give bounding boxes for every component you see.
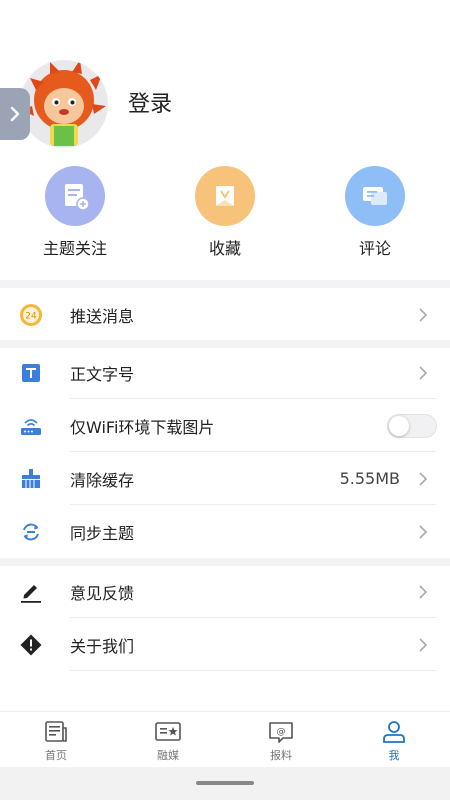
side-drawer-tab[interactable] bbox=[0, 88, 30, 140]
chevron-right-icon bbox=[419, 471, 428, 486]
user-icon bbox=[383, 721, 405, 743]
comment-icon bbox=[345, 166, 405, 226]
chevron-right-icon bbox=[10, 106, 20, 122]
menu-sync-topics[interactable]: 同步主题 bbox=[0, 505, 450, 558]
toggle-knob bbox=[389, 415, 409, 436]
bottom-tab-bar: 首页 融媒 @ 报料 我 bbox=[0, 711, 450, 767]
chevron-right-icon bbox=[419, 584, 428, 599]
menu-wifi-images: 仅WiFi环境下载图片 bbox=[0, 399, 450, 452]
menu-about[interactable]: 关于我们 bbox=[0, 618, 450, 671]
menu-label: 关于我们 bbox=[70, 636, 135, 656]
svg-text:@: @ bbox=[277, 727, 286, 737]
tab-label: 首页 bbox=[45, 749, 67, 762]
news-icon bbox=[45, 721, 67, 742]
menu-push-messages[interactable]: 24 推送消息 bbox=[0, 288, 450, 341]
menu-label: 同步主题 bbox=[70, 523, 135, 543]
tab-label: 我 bbox=[388, 749, 400, 762]
menu-label: 清除缓存 bbox=[70, 470, 135, 490]
menu-feedback[interactable]: 意见反馈 bbox=[0, 565, 450, 618]
lion-mascot-icon bbox=[22, 60, 106, 146]
menu-label: 推送消息 bbox=[70, 306, 135, 326]
menu-clear-cache[interactable]: 清除缓存 5.55MB bbox=[0, 452, 450, 505]
system-nav-bar bbox=[0, 767, 450, 800]
chevron-right-icon bbox=[419, 365, 428, 380]
menu-label: 意见反馈 bbox=[70, 583, 135, 603]
section-gap bbox=[0, 280, 450, 288]
quick-action-comments[interactable]: 评论 bbox=[320, 166, 430, 259]
divider bbox=[70, 670, 436, 671]
wifi-router-icon bbox=[18, 413, 44, 439]
push-24-icon: 24 bbox=[18, 302, 44, 328]
chevron-right-icon bbox=[419, 637, 428, 652]
quick-action-label: 收藏 bbox=[208, 239, 241, 258]
menu-label: 正文字号 bbox=[70, 364, 135, 384]
tab-home[interactable]: 首页 bbox=[16, 720, 96, 763]
tab-me[interactable]: 我 bbox=[354, 720, 434, 763]
sync-icon bbox=[18, 519, 44, 545]
tab-label: 融媒 bbox=[157, 749, 179, 762]
menu-font-size[interactable]: 正文字号 bbox=[0, 346, 450, 399]
quick-actions: 主题关注 收藏 评论 bbox=[0, 166, 450, 266]
broom-icon bbox=[18, 466, 44, 492]
login-label[interactable]: 登录 bbox=[128, 86, 172, 118]
chevron-right-icon bbox=[419, 307, 428, 322]
bookmark-icon bbox=[195, 166, 255, 226]
wifi-images-toggle[interactable] bbox=[387, 413, 437, 438]
cache-size-value: 5.55MB bbox=[339, 469, 400, 488]
tab-label: 报料 bbox=[270, 749, 292, 762]
media-icon bbox=[155, 722, 181, 741]
chevron-right-icon bbox=[419, 524, 428, 539]
home-indicator[interactable] bbox=[196, 781, 254, 785]
quick-action-subscribe[interactable]: 主题关注 bbox=[20, 166, 130, 259]
avatar[interactable] bbox=[20, 60, 108, 148]
text-size-icon bbox=[18, 360, 44, 386]
quick-action-label: 评论 bbox=[358, 239, 391, 258]
subscribe-doc-icon bbox=[45, 166, 105, 226]
quick-action-favorites[interactable]: 收藏 bbox=[170, 166, 280, 259]
quick-action-label: 主题关注 bbox=[42, 239, 107, 258]
pen-icon bbox=[18, 579, 44, 605]
menu-label: 仅WiFi环境下载图片 bbox=[70, 417, 215, 437]
tab-media[interactable]: 融媒 bbox=[128, 720, 208, 763]
report-icon: @ bbox=[269, 722, 293, 743]
info-diamond-icon bbox=[18, 632, 44, 658]
tab-report[interactable]: @ 报料 bbox=[241, 720, 321, 763]
svg-text:24: 24 bbox=[25, 311, 37, 321]
